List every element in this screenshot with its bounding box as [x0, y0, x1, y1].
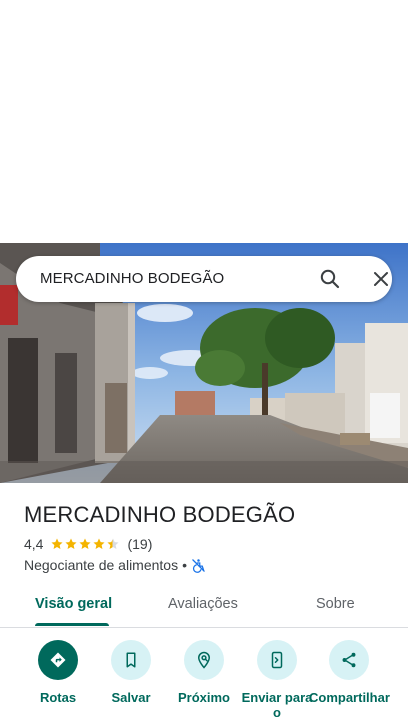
- directions-button[interactable]: Rotas: [18, 640, 98, 705]
- star-icon: [93, 538, 106, 549]
- tab-about[interactable]: Sobre: [316, 596, 355, 612]
- place-title: MERCADINHO BODEGÃO: [24, 502, 296, 527]
- star-icon: [65, 538, 78, 549]
- send-to-phone-label: Enviar para o: [241, 690, 313, 720]
- send-to-phone-button[interactable]: Enviar para o: [237, 640, 317, 720]
- save-button[interactable]: Salvar: [91, 640, 171, 705]
- tab-overview[interactable]: Visão geral: [35, 596, 112, 612]
- star-rating: [50, 537, 120, 551]
- share-icon: [329, 640, 369, 680]
- nearby-icon: [184, 640, 224, 680]
- directions-icon: [38, 640, 78, 680]
- action-buttons: Rotas Salvar Próximo Enviar para o Compa…: [0, 640, 408, 726]
- category-label: Negociante de alimentos: [24, 557, 179, 573]
- nearby-label: Próximo: [177, 690, 230, 705]
- directions-label: Rotas: [39, 690, 77, 705]
- rating-value: 4,4: [24, 536, 44, 552]
- tab-reviews[interactable]: Avaliações: [168, 596, 238, 612]
- place-details-screen: MERCADINHO BODEGÃO MERCADINHO BODEGÃO 4,…: [0, 0, 408, 726]
- search-input[interactable]: MERCADINHO BODEGÃO: [40, 270, 224, 287]
- review-count: (19): [127, 536, 153, 552]
- search-icon[interactable]: [318, 267, 342, 291]
- active-tab-indicator: [35, 623, 109, 626]
- search-bar[interactable]: MERCADINHO BODEGÃO: [16, 256, 392, 302]
- bookmark-icon: [111, 640, 151, 680]
- separator: •: [182, 557, 188, 573]
- nearby-button[interactable]: Próximo: [164, 640, 244, 705]
- share-label: Compartilhar: [309, 690, 390, 705]
- category-row: Negociante de alimentos •: [24, 556, 206, 574]
- half-star-icon: [107, 538, 120, 549]
- place-tabs: Visão geral Avaliações Sobre: [0, 586, 408, 628]
- wheelchair-not-accessible-icon[interactable]: [191, 558, 206, 573]
- send-to-phone-icon: [257, 640, 297, 680]
- rating-row[interactable]: 4,4 (19): [24, 535, 152, 553]
- save-label: Salvar: [111, 690, 151, 705]
- close-icon[interactable]: [369, 267, 393, 291]
- star-icon: [79, 538, 92, 549]
- star-icon: [51, 538, 64, 549]
- share-button[interactable]: Compartilhar: [309, 640, 390, 705]
